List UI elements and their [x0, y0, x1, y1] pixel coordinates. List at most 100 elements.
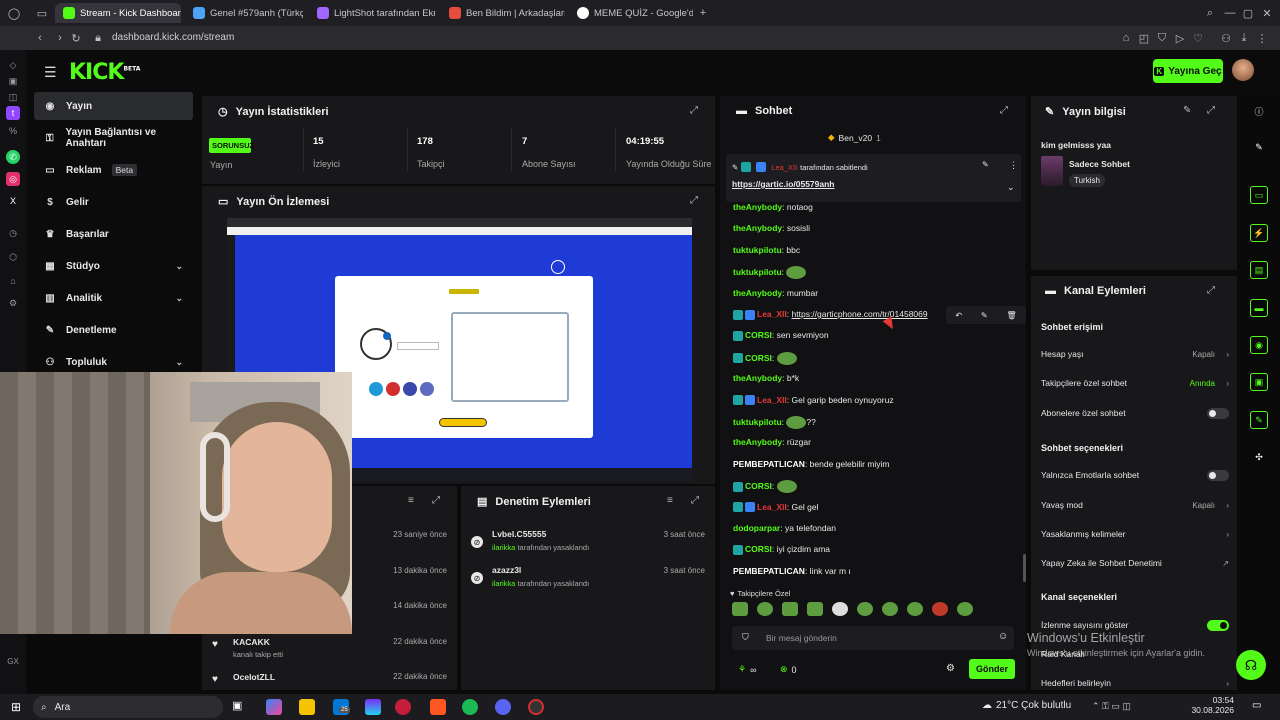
- taskbar-search[interactable]: ⌕ Ara: [33, 696, 223, 718]
- emote-icon[interactable]: [732, 602, 748, 616]
- tab-kick-dashboard[interactable]: Stream - Kick Dashboard: [55, 3, 181, 23]
- setting-slow-mode[interactable]: Yavaş mod Kapalı ›: [1041, 500, 1229, 510]
- emote-icon[interactable]: [782, 602, 798, 616]
- sidebar-item-analitik[interactable]: ▥ Analitik ⌄: [34, 284, 193, 312]
- emoji-icon[interactable]: ☺: [998, 631, 1008, 642]
- setting-show-viewcount[interactable]: İzlenme sayısını göster: [1041, 619, 1229, 631]
- category-name[interactable]: Sadece Sohbet: [1069, 159, 1130, 169]
- forward-icon[interactable]: ›: [52, 30, 68, 46]
- pin-icon[interactable]: ✎: [981, 311, 988, 320]
- obs-icon[interactable]: [528, 699, 544, 715]
- browser-search-icon[interactable]: ⌕: [1202, 5, 1218, 21]
- chat-username[interactable]: theAnybody: [733, 202, 782, 212]
- chat-username[interactable]: CORSI: [745, 353, 772, 363]
- video-icon[interactable]: ▭: [1250, 186, 1268, 204]
- chat-message[interactable]: CORSI:: [733, 480, 797, 494]
- chat-username[interactable]: theAnybody: [733, 223, 782, 233]
- chat-username[interactable]: theAnybody: [733, 373, 782, 383]
- gx-icon[interactable]: GX: [6, 654, 20, 668]
- copilot-icon[interactable]: [266, 699, 282, 715]
- tab-list-icon[interactable]: ▭: [34, 5, 50, 21]
- chat-message[interactable]: PEMBEPATLICAN: bende gelebilir miyim: [733, 459, 890, 469]
- emote-icon[interactable]: [807, 602, 823, 616]
- setting-emote-only[interactable]: Yalnızca Emotlarla sohbet: [1041, 469, 1229, 481]
- bookmark-icon[interactable]: ⌂: [1118, 30, 1134, 46]
- chat-icon[interactable]: ▬: [1250, 299, 1268, 317]
- record-icon[interactable]: ◉: [1250, 336, 1268, 354]
- chat-username[interactable]: dodoparpar: [733, 523, 780, 533]
- chat-message[interactable]: theAnybody: rüzgar: [733, 437, 811, 447]
- whatsapp-icon[interactable]: ✆: [6, 150, 20, 164]
- emote-icon[interactable]: [857, 602, 873, 616]
- sidebar-item-basarilar[interactable]: ♛ Başarılar: [34, 220, 193, 248]
- chat-username[interactable]: tuktukpilotu: [733, 245, 782, 255]
- toggle-switch[interactable]: [1207, 619, 1229, 631]
- reply-icon[interactable]: ↶: [955, 311, 962, 320]
- instagram-icon[interactable]: ◎: [6, 172, 20, 186]
- chat-username[interactable]: tuktukpilotu: [733, 417, 782, 427]
- chat-message[interactable]: PEMBEPATLICAN: link var m ı: [733, 566, 851, 576]
- emote-icon[interactable]: [907, 602, 923, 616]
- go-live-button[interactable]: K Yayına Geç: [1153, 59, 1223, 83]
- chat-username[interactable]: CORSI: [745, 481, 772, 491]
- list-icon[interactable]: ▤: [1250, 261, 1268, 279]
- chevron-down-icon[interactable]: ⌄: [1007, 182, 1015, 193]
- flow-icon[interactable]: ⌂: [6, 274, 20, 288]
- weather-widget[interactable]: ☁ 21°C Çok bulutlu: [982, 700, 1071, 711]
- info-icon[interactable]: ⓘ: [1250, 102, 1268, 120]
- new-tab-icon[interactable]: +: [695, 5, 711, 21]
- chat-message[interactable]: theAnybody: mumbar: [733, 288, 818, 298]
- chat-message[interactable]: CORSI:: [733, 351, 797, 365]
- download-icon[interactable]: ⤓: [1236, 30, 1252, 46]
- app-icon[interactable]: [365, 699, 381, 715]
- edit-icon[interactable]: ✎: [1250, 138, 1268, 156]
- setting-banned-words[interactable]: Yasaklanmış kelimeler ›: [1041, 529, 1229, 539]
- opera-gx-icon[interactable]: [395, 699, 411, 715]
- settings-icon[interactable]: ⚙: [6, 296, 20, 310]
- task-view-icon[interactable]: ▣: [232, 699, 248, 715]
- hamburger-menu-icon[interactable]: ☰: [44, 64, 57, 81]
- expand-icon[interactable]: ⤢: [1000, 105, 1008, 116]
- setting-goals[interactable]: Hedefleri belirleyin ›: [1041, 678, 1229, 688]
- setting-account-age[interactable]: Hesap yaşı Kapalı ›: [1041, 349, 1229, 359]
- chat-message[interactable]: theAnybody: notaog: [733, 202, 813, 212]
- kick-logo[interactable]: KICKBETA: [69, 60, 140, 85]
- emote-icon[interactable]: [932, 602, 948, 616]
- chat-link[interactable]: https://garticphone.com/tr/01458069: [792, 309, 928, 319]
- emote-icon[interactable]: [832, 602, 848, 616]
- tab-gartic[interactable]: Genel #579anh (Türkçe) -: [185, 3, 303, 23]
- chat-username[interactable]: Lea_XII: [757, 309, 787, 319]
- puzzle-icon[interactable]: ✣: [1250, 448, 1268, 466]
- discord-icon[interactable]: [495, 699, 511, 715]
- expand-icon[interactable]: ⤢: [1207, 285, 1215, 296]
- expand-icon[interactable]: ⤢: [1207, 105, 1215, 116]
- chat-scrollbar[interactable]: [1023, 554, 1026, 582]
- chat-message[interactable]: dodoparpar: ya telefondan: [733, 523, 836, 533]
- bolt-icon[interactable]: ⚡: [1250, 224, 1268, 242]
- shield-icon[interactable]: ⛉: [1154, 30, 1170, 46]
- x-icon[interactable]: X: [6, 194, 20, 208]
- emote-icon[interactable]: [882, 602, 898, 616]
- help-chat-icon[interactable]: ☊: [1236, 650, 1266, 680]
- expand-icon[interactable]: ⤢: [432, 495, 440, 506]
- emote-icon[interactable]: [757, 602, 773, 616]
- app-icon[interactable]: [430, 699, 446, 715]
- maximize-icon[interactable]: ▢: [1240, 5, 1256, 21]
- language-tag[interactable]: Turkish: [1069, 174, 1105, 187]
- feed-icon[interactable]: ◇: [6, 58, 20, 72]
- maps-icon[interactable]: ▣: [6, 74, 20, 88]
- url-field[interactable]: dashboard.kick.com/stream: [112, 32, 234, 43]
- menu-icon[interactable]: ⋮: [1254, 30, 1270, 46]
- chat-input[interactable]: ⛉ Bir mesaj gönderin ☺: [732, 626, 1014, 650]
- chat-message[interactable]: tuktukpilotu: bbc: [733, 245, 800, 255]
- file-explorer-icon[interactable]: [299, 699, 315, 715]
- notification-icon[interactable]: ▭: [1252, 700, 1268, 716]
- user-avatar[interactable]: [1232, 59, 1254, 81]
- more-icon[interactable]: ⋮: [1009, 160, 1018, 171]
- chat-message[interactable]: CORSI: iyi çizdim ama: [733, 544, 830, 556]
- chat-message[interactable]: theAnybody: sosisli: [733, 223, 810, 233]
- panel-icon[interactable]: ▣: [1250, 373, 1268, 391]
- expand-icon[interactable]: ⤢: [690, 195, 698, 206]
- filter-icon[interactable]: ≡: [667, 495, 673, 506]
- setting-followers-only[interactable]: Takipçilere özel sohbet Anında ›: [1041, 378, 1229, 388]
